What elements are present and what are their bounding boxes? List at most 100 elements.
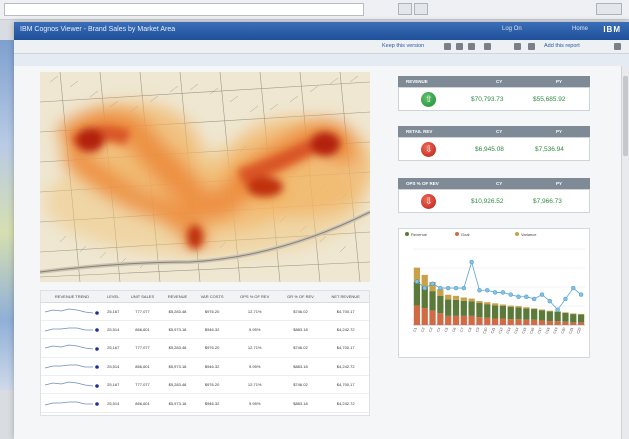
email-icon[interactable]	[528, 43, 535, 50]
bar-segment[interactable]	[523, 319, 530, 325]
bar-segment[interactable]	[570, 313, 577, 315]
trend-point[interactable]	[500, 290, 506, 295]
add-report-link[interactable]: Add this report	[544, 43, 580, 49]
table-row[interactable]: 25,514 866,601 $5,973.18 $946.32 9.95% $883.1…	[41, 357, 369, 377]
trend-point[interactable]	[453, 285, 459, 291]
bar-segment[interactable]	[468, 315, 475, 325]
trend-point[interactable]	[571, 285, 576, 291]
bar-segment[interactable]	[468, 301, 475, 316]
bar-segment[interactable]	[554, 311, 561, 322]
table-row[interactable]: 25,514 866,601 $5,973.18 $946.32 9.95% $883.1…	[41, 393, 369, 413]
bar-segment[interactable]	[484, 317, 491, 325]
bar-segment[interactable]	[499, 318, 507, 325]
bar-segment[interactable]	[554, 321, 561, 325]
column-header[interactable]: LEVEL	[103, 291, 124, 303]
trend-point[interactable]	[422, 285, 427, 291]
trend-point[interactable]	[438, 285, 443, 291]
bar-segment[interactable]	[562, 321, 569, 325]
trend-point[interactable]	[461, 285, 467, 291]
bar-segment[interactable]	[570, 314, 577, 323]
trend-point[interactable]	[555, 307, 560, 313]
bar-segment[interactable]	[507, 306, 514, 320]
table-row[interactable]: 25,514 866,601 $5,973.18 $946.32 9.95% $883.1…	[41, 320, 369, 340]
bar-segment[interactable]	[421, 308, 428, 325]
bar-segment[interactable]	[507, 319, 514, 325]
bar-segment[interactable]	[515, 319, 522, 325]
bar-segment[interactable]	[531, 308, 538, 310]
dropdown-button[interactable]	[398, 3, 412, 15]
column-header[interactable]: VAR COSTS	[193, 291, 231, 303]
trend-point[interactable]	[492, 290, 498, 295]
trend-point[interactable]	[445, 285, 451, 291]
bar-segment[interactable]	[546, 310, 553, 312]
bar-segment[interactable]	[421, 274, 428, 287]
bar-segment[interactable]	[491, 305, 499, 319]
bar-segment[interactable]	[499, 305, 507, 319]
bar-segment[interactable]	[484, 302, 491, 305]
revenue-bar-chart[interactable]: Revenue Goal Variance C1 C2 C3 C4 C5 C6 C7 C8 C9…	[398, 228, 590, 358]
trend-point[interactable]	[430, 281, 435, 286]
trend-point[interactable]	[469, 259, 474, 265]
vertical-scrollbar[interactable]	[621, 66, 629, 439]
column-header[interactable]: OPS % OF REV	[230, 291, 279, 303]
trend-point[interactable]	[524, 294, 529, 299]
bar-segment[interactable]	[452, 299, 460, 316]
bar-segment[interactable]	[445, 294, 452, 300]
trend-point[interactable]	[547, 298, 553, 304]
address-bar[interactable]	[4, 3, 364, 16]
bar-segment[interactable]	[507, 305, 514, 307]
column-header[interactable]: GR % OF REV	[278, 291, 323, 303]
bar-segment[interactable]	[523, 308, 530, 320]
drill-up-icon[interactable]	[468, 43, 475, 50]
bar-segment[interactable]	[523, 307, 530, 309]
bar-segment[interactable]	[577, 313, 585, 315]
bar-segment[interactable]	[437, 295, 444, 314]
view-format-icon[interactable]	[484, 43, 491, 50]
column-header[interactable]: REVENUE TREND	[41, 291, 103, 303]
go-button[interactable]	[414, 3, 428, 15]
bar-segment[interactable]	[452, 295, 460, 300]
column-header[interactable]: NET REVENUE	[322, 291, 369, 303]
bar-segment[interactable]	[546, 321, 553, 325]
trend-point[interactable]	[477, 288, 482, 293]
bar-segment[interactable]	[531, 309, 538, 320]
help-icon[interactable]	[614, 43, 621, 50]
bar-segment[interactable]	[460, 300, 467, 316]
log-on-link[interactable]: Log On	[502, 26, 522, 32]
keep-version-link[interactable]: Keep this version	[382, 43, 424, 49]
home-link[interactable]: Home	[572, 26, 588, 32]
bar-segment[interactable]	[515, 307, 522, 320]
table-row[interactable]: 25,167 777,077 $5,283.48 $976.20 12.71% $746.…	[41, 302, 369, 321]
bar-segment[interactable]	[452, 315, 460, 325]
bar-segment[interactable]	[484, 304, 491, 318]
trend-point[interactable]	[539, 292, 545, 297]
bar-segment[interactable]	[577, 314, 585, 323]
bar-segment[interactable]	[476, 301, 483, 304]
bar-segment[interactable]	[476, 303, 483, 318]
trend-point[interactable]	[531, 296, 537, 302]
bar-segment[interactable]	[491, 303, 499, 306]
table-row[interactable]: 25,167 777,077 $5,283.48 $976.20 12.71% $746.…	[41, 375, 369, 395]
heat-map[interactable]	[40, 72, 370, 282]
bar-segment[interactable]	[570, 322, 577, 325]
bar-segment[interactable]	[445, 315, 452, 325]
bar-segment[interactable]	[429, 291, 436, 311]
bar-segment[interactable]	[413, 282, 421, 306]
browser-search-button[interactable]	[596, 3, 622, 15]
run-icon[interactable]	[444, 43, 451, 50]
save-icon[interactable]	[514, 43, 521, 50]
drill-icon[interactable]	[456, 43, 463, 50]
bar-segment[interactable]	[562, 312, 569, 313]
trend-point[interactable]	[508, 292, 513, 297]
bar-segment[interactable]	[538, 310, 546, 321]
bar-segment[interactable]	[460, 297, 467, 301]
trend-point[interactable]	[516, 294, 521, 299]
bar-segment[interactable]	[538, 320, 546, 325]
bar-segment[interactable]	[468, 298, 475, 302]
column-header[interactable]: UNIT SALES	[123, 291, 162, 303]
bar-segment[interactable]	[546, 311, 553, 322]
trend-point[interactable]	[578, 292, 584, 297]
bar-segment[interactable]	[476, 317, 483, 325]
bar-segment[interactable]	[499, 304, 507, 306]
bar-segment[interactable]	[413, 305, 421, 325]
